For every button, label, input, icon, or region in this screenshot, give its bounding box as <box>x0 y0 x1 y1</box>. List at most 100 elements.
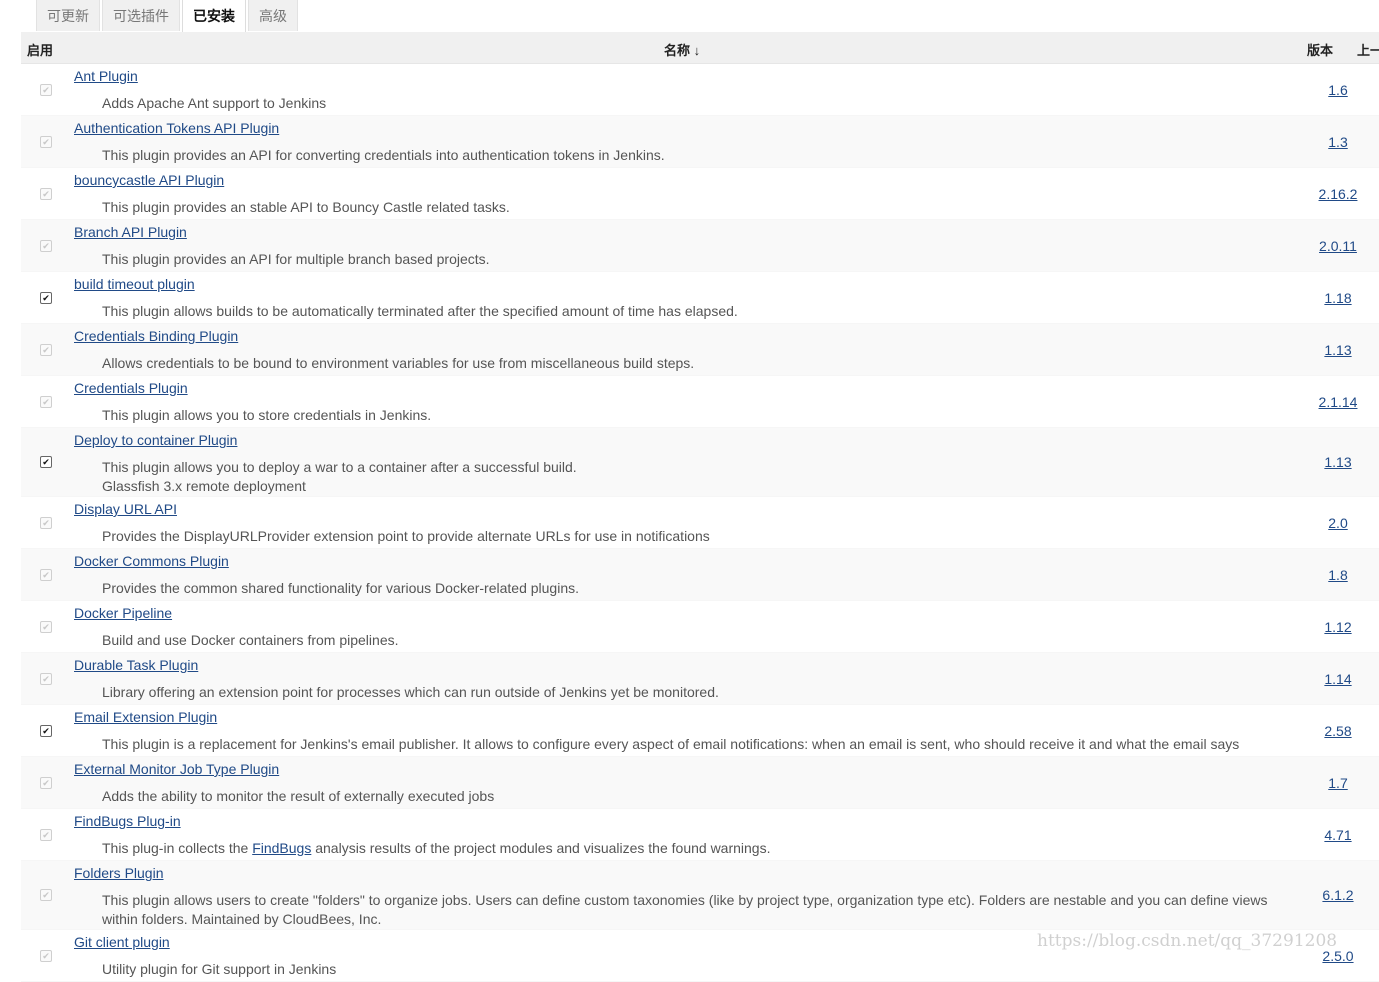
plugin-name-link[interactable]: External Monitor Job Type Plugin <box>74 761 279 778</box>
enabled-cell: ✔ <box>21 376 71 427</box>
plugin-info: build timeout plugin This plugin allows b… <box>71 272 1303 323</box>
plugin-info: Ant Plugin Adds Apache Ant support to Jen… <box>71 64 1303 115</box>
plugin-name-link[interactable]: Folders Plugin <box>74 865 164 882</box>
plugin-version-link[interactable]: 1.14 <box>1324 671 1351 687</box>
plugin-version-link[interactable]: 1.13 <box>1324 454 1351 470</box>
enable-checkbox: ✔ <box>40 343 52 356</box>
version-cell: 1.6 <box>1303 64 1373 115</box>
plugin-description: Provides the common shared functionality… <box>102 579 1303 598</box>
plugin-version-link[interactable]: 1.13 <box>1324 342 1351 358</box>
plugin-description-text: analysis results of the project modules … <box>311 840 771 856</box>
findbugs-link[interactable]: FindBugs <box>252 840 311 856</box>
plugin-description: This plugin allows you to store credenti… <box>102 406 1303 425</box>
enable-checkbox: ✔ <box>40 568 52 581</box>
plugin-description: Adds the ability to monitor the result o… <box>102 787 1303 806</box>
tab-available[interactable]: 可选插件 <box>102 0 180 31</box>
version-cell: 1.13 <box>1303 428 1373 496</box>
version-cell: 4.71 <box>1303 809 1373 860</box>
version-cell: 2.0.11 <box>1303 220 1373 271</box>
enabled-cell: ✔ <box>21 220 71 271</box>
enable-checkbox: ✔ <box>40 395 52 408</box>
table-row: ✔ External Monitor Job Type Plugin Adds th… <box>21 757 1379 809</box>
plugin-description: This plugin allows you to deploy a war t… <box>102 458 1303 496</box>
column-version[interactable]: 版本 <box>1307 40 1333 59</box>
table-row: ✔ Docker Commons Plugin Provides the commo… <box>21 549 1379 601</box>
version-cell: 2.0 <box>1303 497 1373 548</box>
plugin-name-link[interactable]: Authentication Tokens API Plugin <box>74 120 279 137</box>
plugin-name-link[interactable]: Deploy to container Plugin <box>74 432 237 449</box>
plugin-version-link[interactable]: 1.7 <box>1328 775 1347 791</box>
table-header: 启用 名称 ↓ 版本 上一 <box>21 32 1379 64</box>
plugin-version-link[interactable]: 2.1.14 <box>1319 394 1358 410</box>
plugin-description-text: This plugin allows you to deploy a war t… <box>102 459 577 475</box>
enable-checkbox: ✔ <box>40 828 52 841</box>
enable-checkbox: ✔ <box>40 889 52 901</box>
enabled-cell: ✔ <box>21 757 71 808</box>
table-row: ✔ Ant Plugin Adds Apache Ant support to Je… <box>21 64 1379 116</box>
version-cell: 2.58 <box>1303 705 1373 756</box>
plugin-name-link[interactable]: Docker Pipeline <box>74 605 172 622</box>
plugin-version-link[interactable]: 2.0.11 <box>1319 238 1357 254</box>
enabled-cell: ✔ <box>21 705 71 756</box>
plugin-info: Credentials Binding Plugin Allows credent… <box>71 324 1303 375</box>
table-row: ✔ FindBugs Plug-in This plug-in collects t… <box>21 809 1379 861</box>
plugin-version-link[interactable]: 2.16.2 <box>1319 186 1358 202</box>
enable-checkbox: ✔ <box>40 135 52 148</box>
plugin-version-link[interactable]: 1.3 <box>1328 134 1347 150</box>
column-name-sort[interactable]: 名称 ↓ <box>664 40 700 59</box>
enable-checkbox[interactable]: ✔ <box>40 291 52 304</box>
plugin-name-link[interactable]: Email Extension Plugin <box>74 709 217 726</box>
plugin-description-text: Build and use Docker containers from pip… <box>102 632 399 648</box>
plugin-name-link[interactable]: Display URL API <box>74 501 177 518</box>
enabled-cell: ✔ <box>21 428 71 496</box>
plugin-name-link[interactable]: build timeout plugin <box>74 276 195 293</box>
table-row: ✔ build timeout plugin This plugin allows … <box>21 272 1379 324</box>
enabled-cell: ✔ <box>21 930 71 981</box>
tab-advanced[interactable]: 高级 <box>248 0 298 31</box>
plugin-name-link[interactable]: Ant Plugin <box>74 68 138 85</box>
version-cell: 1.7 <box>1303 757 1373 808</box>
plugin-version-link[interactable]: 1.18 <box>1324 290 1351 306</box>
table-row: ✔ Display URL API Provides the DisplayURLP… <box>21 497 1379 549</box>
plugin-info: Folders Plugin This plugin allows users t… <box>71 861 1303 929</box>
version-cell: 1.3 <box>1303 116 1373 167</box>
version-cell: 6.1.2 <box>1303 861 1373 929</box>
enable-checkbox[interactable]: ✔ <box>40 456 52 468</box>
plugin-version-link[interactable]: 1.12 <box>1324 619 1351 635</box>
column-enabled[interactable]: 启用 <box>27 40 53 59</box>
plugin-description-text: This plugin provides an stable API to Bo… <box>102 199 510 215</box>
table-row: ✔ Authentication Tokens API Plugin This pl… <box>21 116 1379 168</box>
table-row: ✔ Durable Task Plugin Library offering an … <box>21 653 1379 705</box>
plugin-description-text: Provides the DisplayURLProvider extensio… <box>102 528 710 544</box>
plugin-info: Email Extension Plugin This plugin is a r… <box>71 705 1303 756</box>
plugin-name-link[interactable]: bouncycastle API Plugin <box>74 172 224 189</box>
plugin-name-link[interactable]: Docker Commons Plugin <box>74 553 229 570</box>
plugin-version-link[interactable]: 2.0 <box>1328 515 1347 531</box>
plugin-description: Adds Apache Ant support to Jenkins <box>102 94 1303 113</box>
tab-installed[interactable]: 已安装 <box>182 0 246 32</box>
enable-checkbox: ✔ <box>40 620 52 633</box>
table-row: ✔ Folders Plugin This plugin allows users … <box>21 861 1379 930</box>
tab-updates[interactable]: 可更新 <box>36 0 100 31</box>
enable-checkbox: ✔ <box>40 776 52 789</box>
plugin-version-link[interactable]: 1.8 <box>1328 567 1347 583</box>
plugin-version-link[interactable]: 2.58 <box>1324 723 1351 739</box>
enabled-cell: ✔ <box>21 601 71 652</box>
plugin-name-link[interactable]: Credentials Binding Plugin <box>74 328 238 345</box>
plugin-info: Credentials Plugin This plugin allows you… <box>71 376 1303 427</box>
plugin-name-link[interactable]: Git client plugin <box>74 934 170 951</box>
plugin-version-link[interactable]: 1.6 <box>1328 82 1347 98</box>
plugin-info: Docker Pipeline Build and use Docker cont… <box>71 601 1303 652</box>
column-previous-version[interactable]: 上一 <box>1357 40 1379 59</box>
plugin-description: This plugin provides an API for multiple… <box>102 250 1303 269</box>
plugin-name-link[interactable]: FindBugs Plug-in <box>74 813 181 830</box>
plugin-description-text: This plugin allows users to create "fold… <box>102 892 1268 927</box>
plugin-version-link[interactable]: 4.71 <box>1324 827 1351 843</box>
plugin-version-link[interactable]: 6.1.2 <box>1322 887 1353 903</box>
enable-checkbox[interactable]: ✔ <box>40 724 52 737</box>
plugin-name-link[interactable]: Durable Task Plugin <box>74 657 198 674</box>
plugin-description-text: Adds the ability to monitor the result o… <box>102 788 495 804</box>
plugin-name-link[interactable]: Credentials Plugin <box>74 380 188 397</box>
enable-checkbox: ✔ <box>40 239 52 252</box>
plugin-name-link[interactable]: Branch API Plugin <box>74 224 187 241</box>
